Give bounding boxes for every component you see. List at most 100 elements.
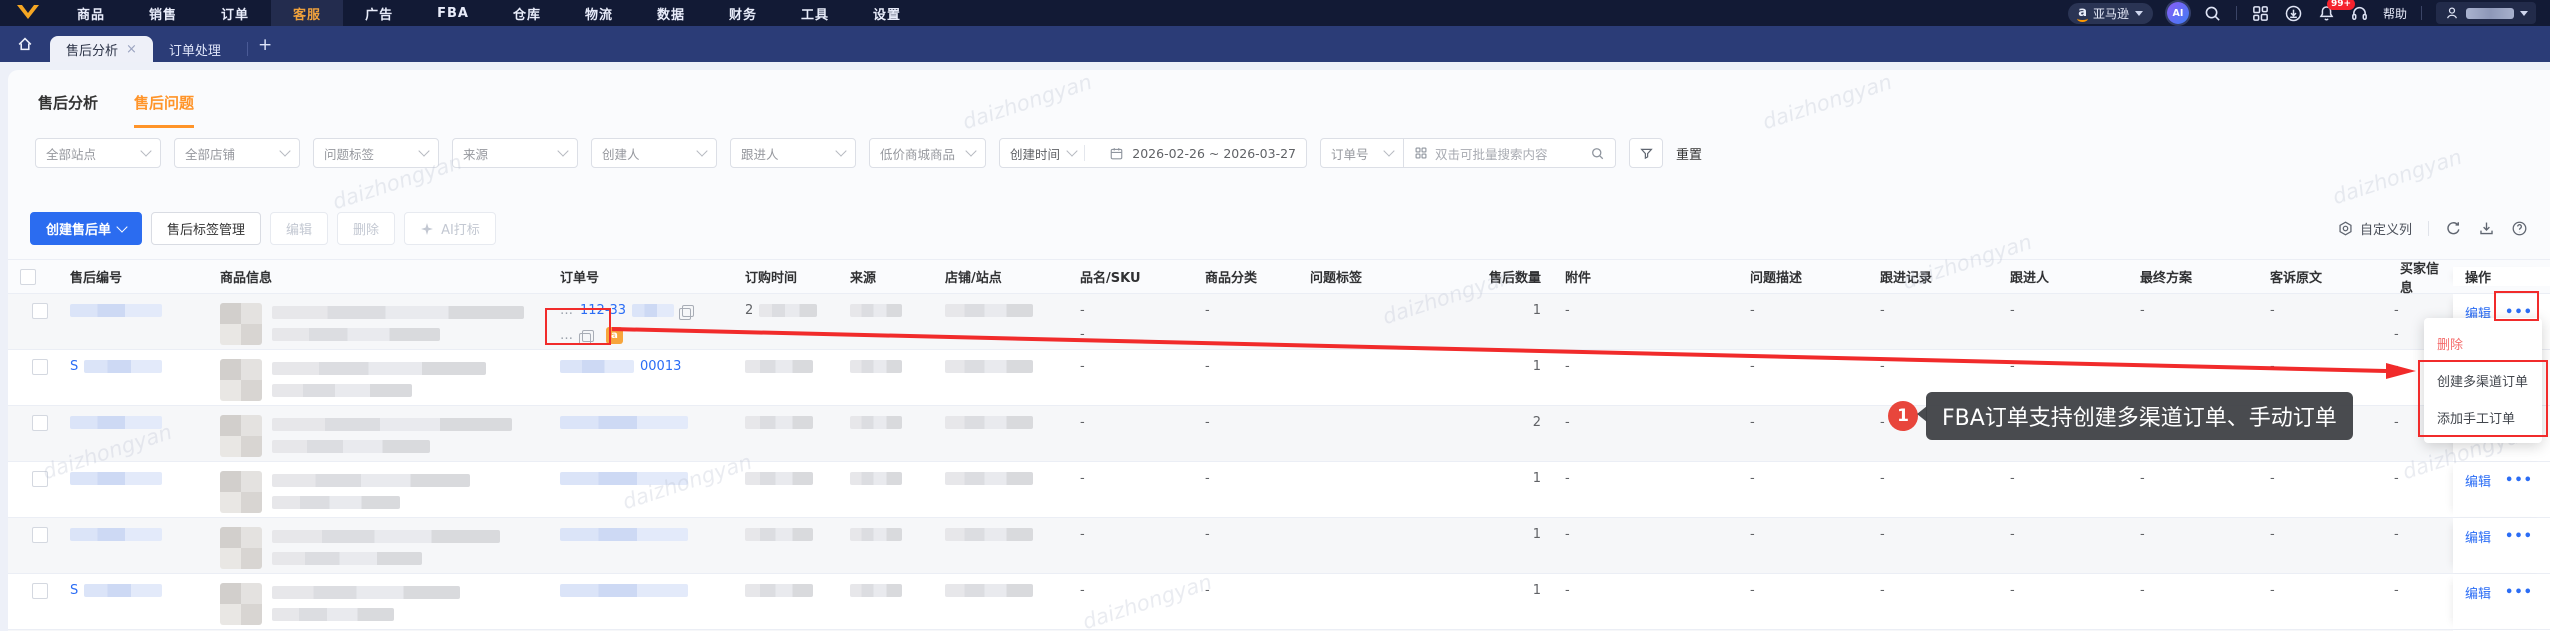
nav-item-客服[interactable]: 客服 <box>271 0 344 26</box>
header-checkbox-cell <box>8 268 58 285</box>
row-edit-link[interactable]: 编辑 <box>2465 527 2491 546</box>
nav-item-物流[interactable]: 物流 <box>563 0 635 26</box>
row-edit-link[interactable]: 编辑 <box>2465 583 2491 602</box>
help-circle-icon[interactable] <box>2511 220 2528 237</box>
sku-cell: - <box>1068 406 1193 461</box>
create-after-sale-button[interactable]: 创建售后单 <box>30 212 143 245</box>
add-tab-button[interactable]: + <box>258 35 272 55</box>
delete-button[interactable]: 删除 <box>337 212 396 245</box>
ai-assistant-button[interactable]: AI <box>2166 2 2189 24</box>
reset-filters-button[interactable]: 重置 <box>1676 144 1702 163</box>
filter-select-跟进人[interactable]: 跟进人 <box>730 138 856 168</box>
edit-button[interactable]: 编辑 <box>270 212 329 245</box>
row-edit-link[interactable]: 编辑 <box>2465 471 2491 490</box>
filter-select-创建人[interactable]: 创建人 <box>591 138 717 168</box>
export-download-icon[interactable] <box>2478 220 2495 237</box>
nav-item-数据[interactable]: 数据 <box>635 0 707 26</box>
ai-tag-button[interactable]: AI打标 <box>404 212 496 245</box>
menu-item-删除[interactable]: 删除 <box>2424 325 2542 362</box>
goods-type-select[interactable]: 低价商城商品 <box>869 138 986 168</box>
search-icon[interactable] <box>2203 4 2222 23</box>
after-sale-no-link[interactable]: S <box>70 359 78 374</box>
row-more-button[interactable]: ••• <box>2505 585 2533 600</box>
column-header-商品分类: 商品分类 <box>1205 271 1258 286</box>
copy-icon[interactable] <box>579 329 594 345</box>
redacted-text <box>945 303 1033 317</box>
row-checkbox-cell <box>8 574 58 629</box>
row-checkbox[interactable] <box>32 583 48 599</box>
tab-after-sale-analysis-sub[interactable]: 售后分析 <box>38 92 98 128</box>
menu-item-创建多渠道订单[interactable]: 创建多渠道订单 <box>2424 362 2542 399</box>
after-sale-qty-cell: 2 <box>1448 406 1553 461</box>
empty-value: - <box>1750 415 1755 430</box>
nav-item-订单[interactable]: 订单 <box>199 0 271 26</box>
row-checkbox[interactable] <box>32 303 48 319</box>
issue-tag-cell <box>1298 406 1448 461</box>
copy-icon[interactable] <box>679 304 695 320</box>
nav-item-广告[interactable]: 广告 <box>343 0 415 26</box>
refresh-icon[interactable] <box>2445 220 2462 237</box>
row-more-button[interactable]: ••• <box>2505 529 2533 544</box>
customize-columns-button[interactable]: 自定义列 <box>2337 219 2412 238</box>
row-more-button[interactable]: ••• <box>2505 473 2533 488</box>
home-icon[interactable] <box>16 35 34 53</box>
nav-item-财务[interactable]: 财务 <box>707 0 779 26</box>
user-menu[interactable] <box>2436 2 2536 24</box>
tab-order-processing[interactable]: 订单处理 <box>153 36 237 62</box>
sku-cell: - <box>1068 518 1193 573</box>
nav-item-工具[interactable]: 工具 <box>779 0 851 26</box>
menu-item-添加手工订单[interactable]: 添加手工订单 <box>2424 399 2542 436</box>
tag-manage-button[interactable]: 售后标签管理 <box>151 212 262 245</box>
search-icon[interactable] <box>1590 146 1605 161</box>
batch-search-input[interactable]: 双击可批量搜索内容 <box>1404 138 1616 168</box>
product-image-redacted <box>220 583 262 625</box>
username-redacted <box>2466 7 2514 19</box>
select-all-checkbox[interactable] <box>20 268 36 285</box>
filter-select-来源[interactable]: 来源 <box>452 138 578 168</box>
store-switcher[interactable]: a 亚马逊 <box>2068 2 2153 24</box>
order-no-link[interactable]: 00013 <box>640 359 681 374</box>
tab-label: 订单处理 <box>168 43 221 59</box>
redacted-text <box>272 306 524 319</box>
help-link[interactable]: 帮助 <box>2383 5 2407 22</box>
filter-select-全部站点[interactable]: 全部站点 <box>35 138 161 168</box>
support-headset-icon[interactable] <box>2350 4 2369 23</box>
row-checkbox[interactable] <box>32 527 48 543</box>
row-checkbox[interactable] <box>32 471 48 487</box>
empty-value: - <box>2270 527 2275 542</box>
filter-select-问题标签[interactable]: 问题标签 <box>313 138 439 168</box>
search-type-select[interactable]: 订单号 <box>1320 138 1404 168</box>
nav-item-FBA[interactable]: FBA <box>415 0 491 26</box>
advanced-filter-button[interactable] <box>1629 138 1663 168</box>
close-tab-icon[interactable]: × <box>126 42 137 57</box>
nav-item-设置[interactable]: 设置 <box>851 0 923 26</box>
row-checkbox-cell <box>8 462 58 517</box>
tab-after-sale-analysis[interactable]: 售后分析 × <box>50 36 153 62</box>
redacted-text <box>70 471 162 485</box>
date-range-picker[interactable]: 创建时间 2026-02-26 ~ 2026-03-27 <box>999 138 1307 168</box>
select-value: 低价商城商品 <box>880 146 956 162</box>
redacted-text <box>560 583 688 597</box>
redacted-text <box>850 415 902 429</box>
attachment-cell: - <box>1553 406 1738 461</box>
apps-grid-icon[interactable] <box>2251 4 2270 23</box>
row-checkbox[interactable] <box>32 415 48 431</box>
brand-logo-icon[interactable] <box>15 4 41 22</box>
filter-select-全部店铺[interactable]: 全部店铺 <box>174 138 300 168</box>
final-solution-cell: - <box>2128 574 2258 629</box>
after-sale-no-link[interactable]: S <box>70 583 78 598</box>
notifications-bell-icon[interactable]: 99+ <box>2317 0 2356 23</box>
tab-after-sale-issues[interactable]: 售后问题 <box>134 92 195 128</box>
empty-value: - <box>2140 471 2145 486</box>
nav-item-商品[interactable]: 商品 <box>55 0 127 26</box>
order-no-link[interactable]: 112-33 <box>580 303 626 318</box>
redacted-text <box>272 440 430 453</box>
download-center-icon[interactable] <box>2284 4 2303 23</box>
nav-item-销售[interactable]: 销售 <box>127 0 199 26</box>
shop-site-cell <box>933 294 1068 349</box>
fba-order-icon[interactable]: a <box>606 327 623 344</box>
product-info-cell <box>208 294 548 349</box>
nav-item-仓库[interactable]: 仓库 <box>491 0 563 26</box>
empty-value: - <box>1080 471 1085 486</box>
row-checkbox[interactable] <box>32 359 48 375</box>
